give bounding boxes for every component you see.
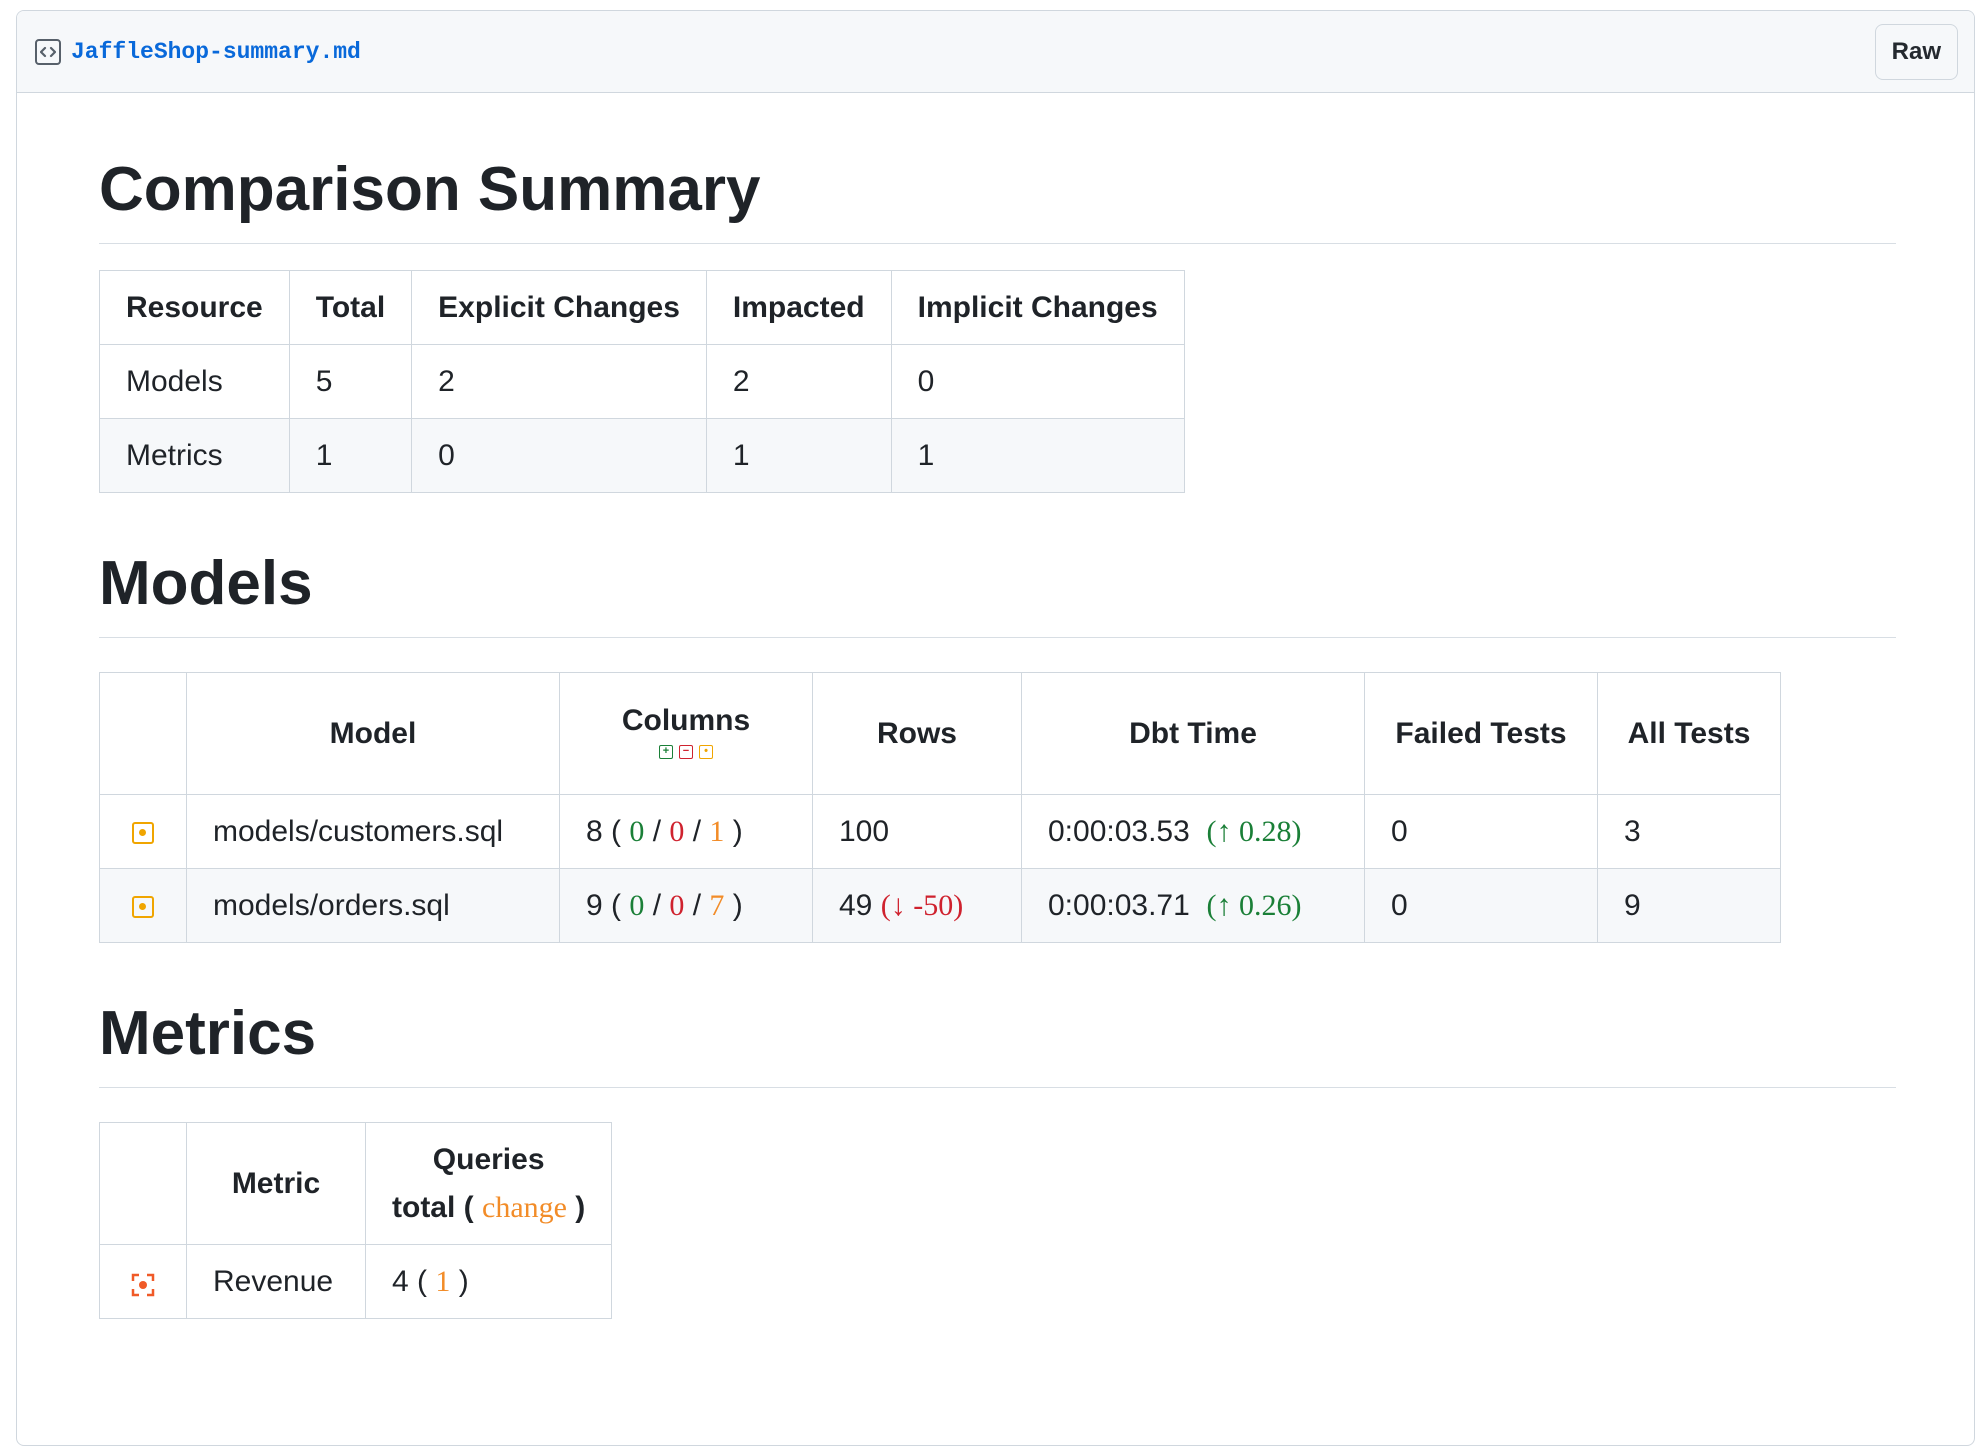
close-paren-label: ) <box>575 1190 586 1224</box>
metric-status-cell <box>99 1244 187 1319</box>
model-name: models/customers.sql <box>186 794 560 869</box>
table-row: Models 5 2 2 0 <box>99 344 1185 419</box>
dbt-time: 0:00:03.53 <box>1048 814 1190 848</box>
metrics-heading: Metrics <box>99 1003 1896 1088</box>
columns-legend: + − • <box>586 744 786 760</box>
summary-cell: 1 <box>288 418 413 493</box>
summary-cell: 5 <box>288 344 413 419</box>
total-label: total ( <box>392 1190 474 1224</box>
code-file-icon <box>35 38 61 65</box>
summary-header-row: Resource Total Explicit Changes Impacted… <box>99 270 1185 345</box>
model-status-cell <box>99 794 187 869</box>
rows-delta: (↓ -50) <box>880 888 964 922</box>
columns-removed: 0 <box>669 888 685 922</box>
models-header-rows: Rows <box>812 672 1022 795</box>
queries-sublabel: total ( change ) <box>392 1184 585 1232</box>
model-status-cell <box>99 868 187 943</box>
model-failed-tests: 0 <box>1364 794 1598 869</box>
columns-total: 8 <box>586 814 603 848</box>
models-table: Model Columns + − • Rows Dbt Time Failed T… <box>99 672 1781 943</box>
queries-total: 4 <box>392 1264 409 1298</box>
summary-cell: Metrics <box>99 418 290 493</box>
columns-header-label: Columns <box>621 703 751 737</box>
change-label: change <box>482 1190 567 1224</box>
changed-icon <box>132 895 154 918</box>
model-dbt-time-cell: 0:00:03.71 (↑ 0.26) <box>1021 868 1365 943</box>
table-row: Revenue 4 ( 1 ) <box>99 1244 613 1319</box>
queries-label: Queries <box>432 1142 545 1176</box>
rows-count: 49 <box>839 888 873 922</box>
metric-queries-cell: 4 ( 1 ) <box>364 1244 613 1319</box>
summary-cell: Models <box>99 344 290 419</box>
model-columns-cell: 8 ( 0 / 0 / 1 ) <box>559 794 813 869</box>
file-viewer: JaffleShop-summary.md Raw Comparison Sum… <box>16 10 1975 1446</box>
summary-cell: 0 <box>890 344 1185 419</box>
summary-header-explicit: Explicit Changes <box>411 270 707 345</box>
metrics-header-metric: Metric <box>186 1122 366 1245</box>
models-header-status <box>99 672 187 795</box>
raw-button[interactable]: Raw <box>1874 24 1958 80</box>
file-header: JaffleShop-summary.md Raw <box>17 11 1974 93</box>
columns-total: 9 <box>586 888 603 922</box>
model-columns-cell: 9 ( 0 / 0 / 7 ) <box>559 868 813 943</box>
summary-header-resource: Resource <box>99 270 290 345</box>
queries-change: 1 <box>435 1264 451 1298</box>
summary-cell: 2 <box>705 344 892 419</box>
summary-header-total: Total <box>288 270 413 345</box>
metrics-header-queries: Queries total ( change ) <box>364 1122 613 1245</box>
comparison-summary-heading: Comparison Summary <box>99 159 1896 244</box>
model-name: models/orders.sql <box>186 868 560 943</box>
rows-count: 100 <box>839 814 890 848</box>
metric-name: Revenue <box>186 1244 366 1319</box>
impacted-icon <box>131 1271 155 1296</box>
summary-table: Resource Total Explicit Changes Impacted… <box>99 270 1185 493</box>
metrics-table: Metric Queries total ( change ) Revenue … <box>99 1122 613 1319</box>
table-row: Metrics 1 0 1 1 <box>99 418 1185 493</box>
summary-cell: 1 <box>890 418 1185 493</box>
summary-cell: 1 <box>705 418 892 493</box>
summary-cell: 0 <box>411 418 707 493</box>
table-row: models/orders.sql 9 ( 0 / 0 / 7 ) 49 (↓ … <box>99 868 1781 943</box>
models-header-dbt-time: Dbt Time <box>1021 672 1365 795</box>
model-rows-cell: 100 <box>812 794 1022 869</box>
models-heading: Models <box>99 553 1896 638</box>
dbt-time: 0:00:03.71 <box>1048 888 1190 922</box>
models-header-all-tests: All Tests <box>1597 672 1781 795</box>
columns-added: 0 <box>629 888 645 922</box>
models-header-row: Model Columns + − • Rows Dbt Time Failed T… <box>99 672 1781 795</box>
changed-icon: • <box>699 745 713 760</box>
model-all-tests: 3 <box>1597 794 1781 869</box>
metrics-header-row: Metric Queries total ( change ) <box>99 1122 613 1245</box>
model-all-tests: 9 <box>1597 868 1781 943</box>
dbt-time-delta: (↑ 0.26) <box>1206 888 1302 922</box>
changed-icon <box>132 821 154 844</box>
metrics-header-status <box>99 1122 187 1245</box>
summary-header-impacted: Impacted <box>705 270 892 345</box>
models-header-model: Model <box>186 672 560 795</box>
dbt-time-delta: (↑ 0.28) <box>1206 814 1302 848</box>
model-dbt-time-cell: 0:00:03.53 (↑ 0.28) <box>1021 794 1365 869</box>
markdown-body: Comparison Summary Resource Total Explic… <box>99 93 1896 1319</box>
model-rows-cell: 49 (↓ -50) <box>812 868 1022 943</box>
columns-removed: 0 <box>669 814 685 848</box>
summary-header-implicit: Implicit Changes <box>890 270 1185 345</box>
columns-changed: 1 <box>709 814 725 848</box>
added-icon: + <box>659 745 673 760</box>
file-name-link[interactable]: JaffleShop-summary.md <box>71 39 361 65</box>
models-header-failed-tests: Failed Tests <box>1364 672 1598 795</box>
models-header-columns: Columns + − • <box>559 672 813 795</box>
summary-cell: 2 <box>411 344 707 419</box>
columns-added: 0 <box>629 814 645 848</box>
model-failed-tests: 0 <box>1364 868 1598 943</box>
removed-icon: − <box>679 745 693 760</box>
table-row: models/customers.sql 8 ( 0 / 0 / 1 ) 100… <box>99 794 1781 869</box>
columns-changed: 7 <box>709 888 725 922</box>
